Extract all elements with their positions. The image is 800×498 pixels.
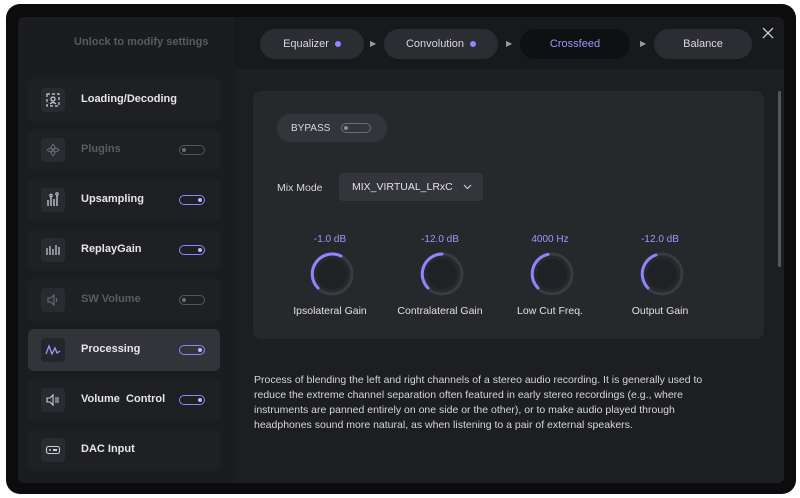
enabled-dot-icon [470,41,477,47]
sidebar: Unlock to modify settings Loading/Decodi… [18,17,234,483]
tab-label: Equalizer [283,38,329,50]
processing-toggle[interactable] [179,345,205,355]
knob-label: Contralateral Gain [397,305,483,317]
scrollbar[interactable] [778,91,781,267]
sidebar-item-plugins[interactable]: Plugins [28,129,220,171]
contralateral-gain-knob[interactable] [418,250,466,298]
arrow-right-icon: ▶ [506,39,513,48]
sidebar-item-label: Processing [81,343,141,355]
crossfeed-panel: BYPASS Mix Mode MIX_VIRTUAL_LRxC -1.0 dB… [253,91,764,339]
dac-input-icon [41,438,65,462]
enabled-dot-icon [334,41,341,47]
knob-value: -1.0 dB [313,234,347,245]
bypass-button[interactable]: BYPASS [277,114,387,142]
sidebar-item-label: ReplayGain [81,243,142,255]
output-gain-knob[interactable] [638,250,686,298]
knob-label: Low Cut Freq. [517,305,583,317]
ipsolateral-gain-control: -1.0 dB Ipsolateral Gain [275,234,385,324]
sidebar-item-loading-decoding[interactable]: Loading/Decoding [28,79,220,121]
tab-label: Balance [683,38,723,50]
volume-control-icon [41,388,65,412]
sidebar-item-upsampling[interactable]: Upsampling [28,179,220,221]
knob-label: Output Gain [631,305,689,317]
sw-volume-icon [41,288,65,312]
knob-value: -12.0 dB [421,234,459,245]
low-cut-freq-knob[interactable] [528,250,576,298]
arrow-right-icon: ▶ [370,39,377,48]
knob-value: 4000 Hz [531,234,569,245]
tab-crossfeed[interactable]: Crossfeed [520,29,630,59]
mix-mode-select[interactable]: MIX_VIRTUAL_LRxC [339,173,483,201]
bypass-toggle[interactable] [341,123,371,133]
upsampling-icon [41,188,65,212]
replaygain-toggle[interactable] [179,245,205,255]
sidebar-item-dac-input[interactable]: DAC Input [28,429,220,471]
sidebar-item-label: Plugins [81,143,121,155]
knob-value: -12.0 dB [641,234,679,245]
sidebar-item-replaygain[interactable]: ReplayGain [28,229,220,271]
crossfeed-description: Process of blending the left and right c… [254,374,703,431]
processing-icon [41,338,65,362]
ipsolateral-gain-knob[interactable] [308,250,356,298]
sidebar-item-label: DAC Input [81,443,135,455]
sidebar-item-processing[interactable]: Processing [28,329,220,371]
contralateral-gain-control: -12.0 dB Contralateral Gain [385,234,495,324]
chevron-down-icon [463,173,472,201]
tab-label: Crossfeed [549,38,601,50]
unlock-hint: Unlock to modify settings [74,36,209,48]
loading-decoding-icon [41,88,65,112]
bypass-label: BYPASS [291,122,331,134]
tab-balance[interactable]: Balance [654,29,752,59]
sidebar-item-label: Loading/Decoding [81,93,177,105]
sidebar-item-volume-control[interactable]: Volume Control [28,379,220,421]
tab-bar: Equalizer ▶ Convolution ▶ Crossfeed ▶ Ba… [234,17,784,69]
plugins-toggle[interactable] [179,145,205,155]
sidebar-item-label: SW Volume [81,293,141,305]
arrow-right-icon: ▶ [640,39,647,48]
mix-mode-value: MIX_VIRTUAL_LRxC [352,181,453,193]
settings-window: Unlock to modify settings Loading/Decodi… [18,17,784,483]
tab-label: Convolution [405,38,465,50]
output-gain-control: -12.0 dB Output Gain [605,234,715,324]
tab-convolution[interactable]: Convolution [384,29,498,59]
close-icon[interactable] [762,25,774,41]
sidebar-item-label: Upsampling [81,193,144,205]
volume-control-toggle[interactable] [179,395,205,405]
sw-volume-toggle[interactable] [179,295,205,305]
sidebar-item-label: Volume Control [81,393,166,405]
low-cut-freq-control: 4000 Hz Low Cut Freq. [495,234,605,324]
plugins-icon [41,138,65,162]
sidebar-item-sw-volume[interactable]: SW Volume [28,279,220,321]
knob-label: Ipsolateral Gain [293,305,367,317]
mix-mode-label: Mix Mode [277,182,323,194]
upsampling-toggle[interactable] [179,195,205,205]
tab-equalizer[interactable]: Equalizer [260,29,364,59]
replaygain-icon [41,238,65,262]
